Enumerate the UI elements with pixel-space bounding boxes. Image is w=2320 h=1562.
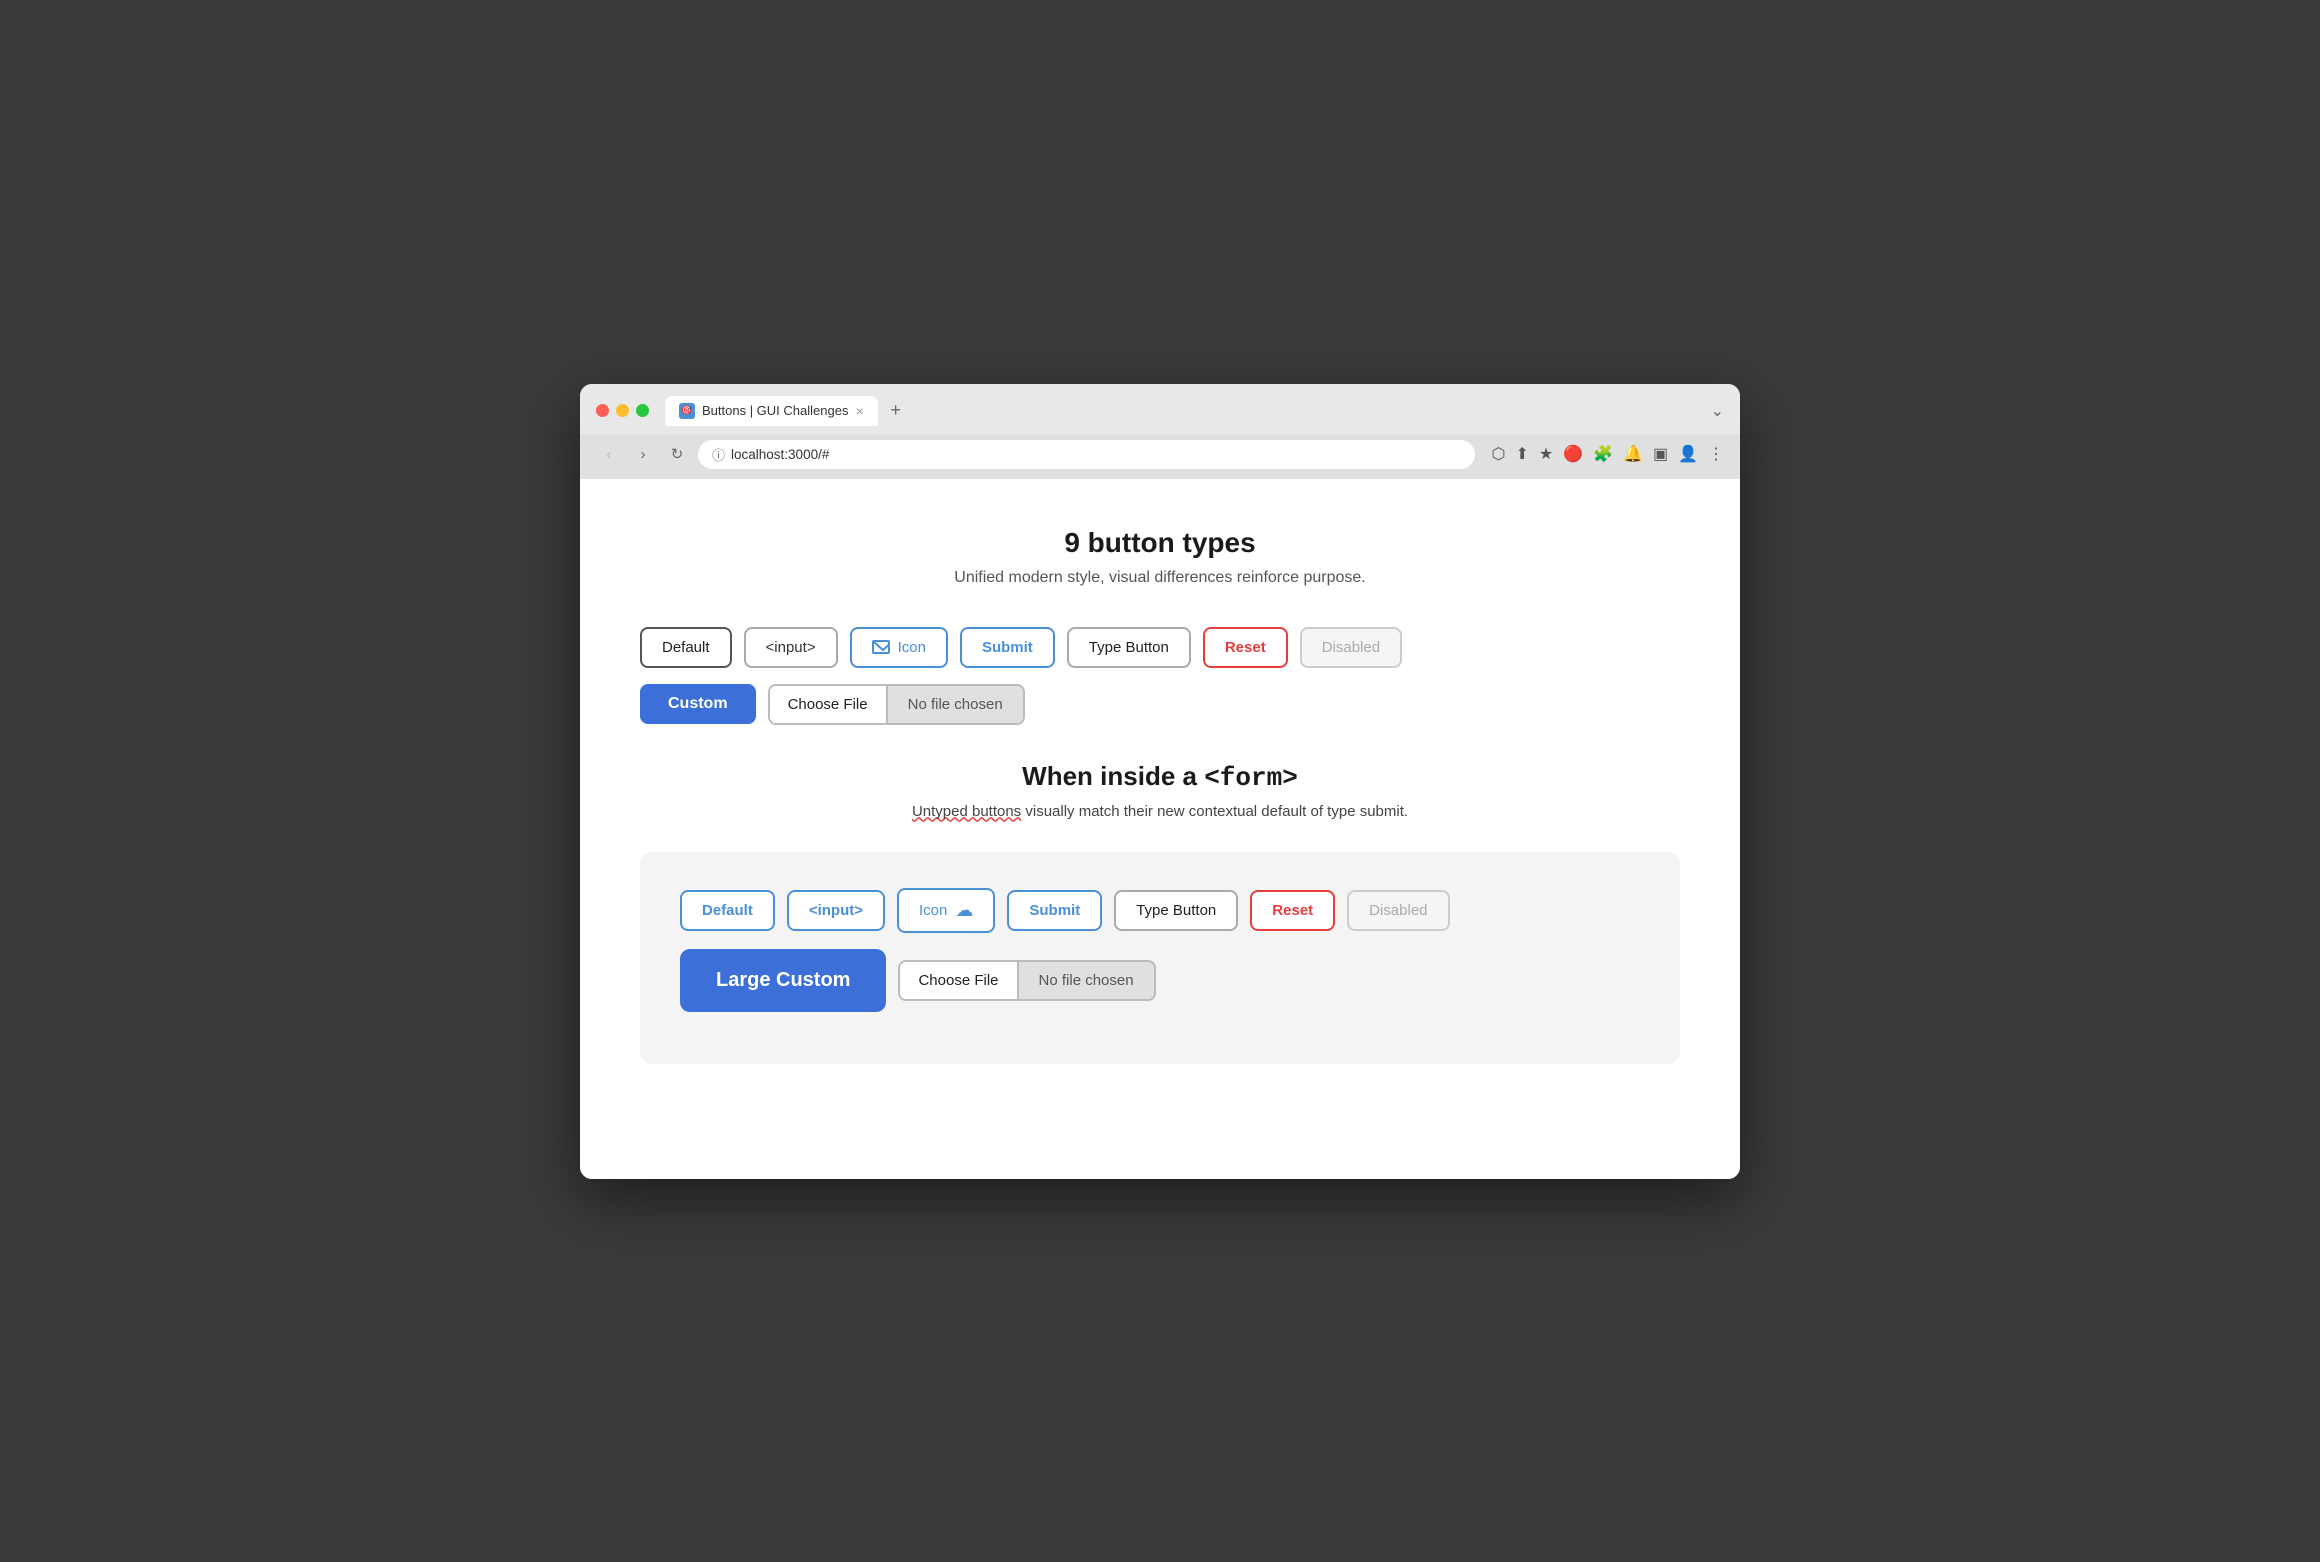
traffic-light-green[interactable] [636, 404, 649, 417]
button-row-2: Custom Choose File No file chosen [640, 684, 1680, 725]
section-divider: When inside a <form> Untyped buttons vis… [640, 761, 1680, 820]
untyped-buttons-text: Untyped buttons [912, 803, 1021, 820]
form-section: Default <input> Icon ☁ Submit Type Butto… [640, 852, 1680, 1064]
lock-icon: ⓘ [712, 445, 725, 464]
reload-button[interactable]: ↻ [664, 441, 690, 467]
profile-icon[interactable]: 👤 [1678, 444, 1698, 464]
form-input-button[interactable]: <input> [787, 890, 885, 931]
file-input-2: Choose File No file chosen [898, 960, 1155, 1001]
choose-file-button-2[interactable]: Choose File [900, 962, 1018, 999]
puzzle-icon[interactable]: 🧩 [1593, 444, 1613, 464]
address-bar: ‹ › ↻ ⓘ localhost:3000/# ⬡ ⬆ ★ 🔴 🧩 🔔 ▣ 👤 [580, 434, 1740, 479]
forward-button[interactable]: › [630, 441, 656, 467]
type-button[interactable]: Type Button [1067, 627, 1191, 668]
page-content: 9 button types Unified modern style, vis… [580, 479, 1740, 1179]
back-button[interactable]: ‹ [596, 441, 622, 467]
custom-button[interactable]: Custom [640, 684, 756, 724]
tab-title: Buttons | GUI Challenges [702, 403, 848, 418]
reset-button[interactable]: Reset [1203, 627, 1288, 668]
traffic-light-red[interactable] [596, 404, 609, 417]
form-disabled-button: Disabled [1347, 890, 1449, 931]
form-subtitle-rest: visually match their new contextual defa… [1025, 803, 1408, 820]
form-type-button[interactable]: Type Button [1114, 890, 1238, 931]
reload-icon: ↻ [671, 445, 684, 463]
address-input[interactable]: ⓘ localhost:3000/# [698, 440, 1475, 469]
sidebar-icon[interactable]: ▣ [1653, 444, 1668, 464]
back-icon: ‹ [607, 446, 612, 463]
form-button-row-2: Large Custom Choose File No file chosen [680, 949, 1640, 1012]
form-button-row-1: Default <input> Icon ☁ Submit Type Butto… [680, 888, 1640, 933]
file-input-1: Choose File No file chosen [768, 684, 1025, 725]
forward-icon: › [641, 446, 646, 463]
tab-close-button[interactable]: × [855, 403, 863, 419]
form-section-subtitle: Untyped buttons visually match their new… [640, 803, 1680, 820]
bell-icon[interactable]: 🔔 [1623, 444, 1643, 464]
window-controls-chevron[interactable]: ⌄ [1711, 401, 1724, 421]
cloud-icon: ☁ [955, 900, 973, 921]
title-bar: 🎯 Buttons | GUI Challenges × + ⌄ [580, 384, 1740, 434]
extension-icon[interactable]: 🔴 [1563, 444, 1583, 464]
traffic-light-yellow[interactable] [616, 404, 629, 417]
form-submit-button[interactable]: Submit [1007, 890, 1102, 931]
mail-icon [872, 640, 890, 654]
share-icon[interactable]: ⬆ [1515, 444, 1528, 464]
url-text: localhost:3000/# [731, 447, 829, 462]
tab-favicon: 🎯 [679, 403, 695, 419]
large-custom-button[interactable]: Large Custom [680, 949, 886, 1012]
page-subtitle: Unified modern style, visual differences… [640, 569, 1680, 587]
menu-icon[interactable]: ⋮ [1708, 444, 1724, 464]
choose-file-button-1[interactable]: Choose File [770, 686, 888, 723]
browser-toolbar: ⬡ ⬆ ★ 🔴 🧩 🔔 ▣ 👤 ⋮ [1491, 444, 1724, 464]
button-row-1: Default <input> Icon Submit Type Button [640, 627, 1680, 668]
active-tab[interactable]: 🎯 Buttons | GUI Challenges × [665, 396, 878, 426]
browser-chrome: 🎯 Buttons | GUI Challenges × + ⌄ ‹ › ↻ ⓘ… [580, 384, 1740, 479]
form-reset-button[interactable]: Reset [1250, 890, 1335, 931]
open-external-icon[interactable]: ⬡ [1491, 444, 1505, 464]
tab-bar: 🎯 Buttons | GUI Challenges × + [665, 396, 1703, 426]
form-section-title: When inside a <form> [640, 761, 1680, 793]
input-button[interactable]: <input> [744, 627, 838, 668]
new-tab-button[interactable]: + [882, 397, 910, 425]
icon-button[interactable]: Icon [850, 627, 948, 668]
submit-button[interactable]: Submit [960, 627, 1055, 668]
page-title: 9 button types [640, 527, 1680, 559]
form-default-button[interactable]: Default [680, 890, 775, 931]
browser-window: 🎯 Buttons | GUI Challenges × + ⌄ ‹ › ↻ ⓘ… [580, 384, 1740, 1179]
disabled-button: Disabled [1300, 627, 1402, 668]
form-icon-button[interactable]: Icon ☁ [897, 888, 995, 933]
no-file-chosen-label-1: No file chosen [888, 686, 1023, 723]
no-file-chosen-label-2: No file chosen [1019, 962, 1154, 999]
bookmark-icon[interactable]: ★ [1539, 444, 1553, 464]
traffic-lights [596, 404, 649, 417]
default-button[interactable]: Default [640, 627, 732, 668]
